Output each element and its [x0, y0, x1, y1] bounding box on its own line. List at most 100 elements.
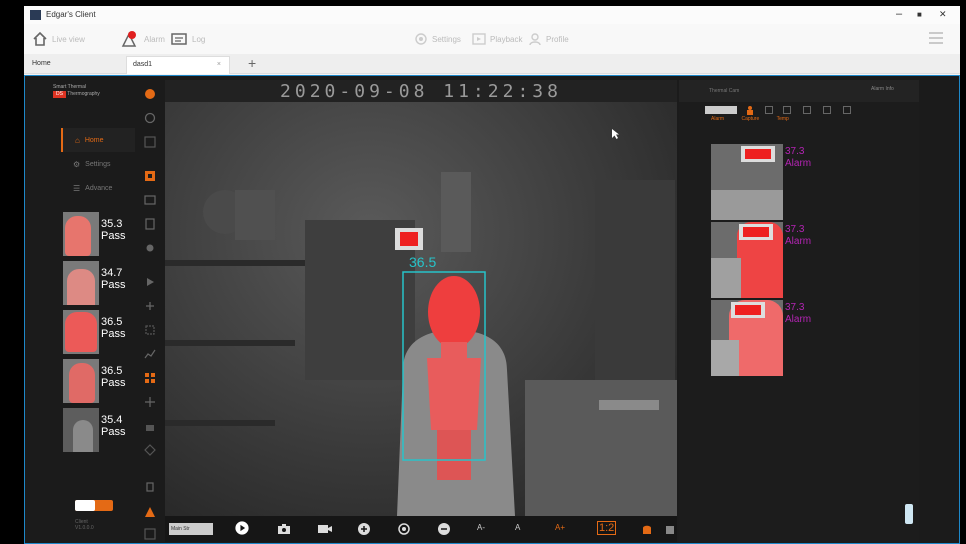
zoom-out-button[interactable] — [437, 522, 451, 536]
alarm-panel-header: Thermal Cam Alarm Info — [679, 80, 919, 102]
close-button[interactable]: ✕ — [939, 9, 947, 20]
alarm-item[interactable]: 37.3 Alarm — [711, 144, 891, 220]
log-button[interactable]: Log — [170, 29, 205, 49]
sliders-icon: ☰ — [73, 183, 81, 193]
font-large-button[interactable]: A+ — [555, 523, 565, 537]
power-icon[interactable] — [144, 88, 156, 100]
alarm-grid-icon[interactable] — [765, 106, 773, 114]
capture-thumbnail — [63, 408, 99, 452]
brand-block: Smart Thermal DS Thermography — [53, 84, 100, 98]
play-button[interactable] — [233, 521, 251, 535]
zoom-in-button[interactable] — [357, 522, 371, 536]
alarm-list-icon[interactable] — [783, 106, 791, 114]
capture-temp: 35.3 — [101, 218, 123, 230]
thermal-video[interactable]: 2020-09-08 11:22:38 36.5 — [165, 80, 677, 516]
alert-icon[interactable] — [144, 506, 156, 518]
grid-view-icon[interactable] — [144, 372, 156, 384]
alarm-person-icon[interactable] — [745, 105, 755, 115]
target-icon[interactable] — [144, 112, 156, 124]
alarm-tab[interactable]: Temp — [777, 116, 789, 122]
live-view-button[interactable]: Live view — [32, 29, 85, 49]
maximize-button[interactable]: ■ — [917, 10, 922, 19]
capture-item[interactable]: 35.3 Pass — [61, 210, 133, 259]
display-toggle[interactable] — [75, 500, 113, 511]
window-title: Edgar's Client — [46, 10, 96, 19]
tab-close-button[interactable]: × — [217, 61, 221, 68]
alarm-button[interactable]: Alarm — [120, 29, 165, 49]
nav-item-settings[interactable]: ⚙ Settings — [61, 152, 135, 176]
capture-item[interactable]: 36.5 Pass — [61, 308, 133, 357]
menu-button[interactable] — [928, 31, 944, 47]
lock-icon[interactable] — [144, 420, 156, 432]
capture-thumbnail — [63, 310, 99, 354]
capture-temp: 36.5 — [101, 316, 123, 328]
alarm-item[interactable]: 37.3 Alarm — [711, 222, 891, 298]
alarm-item[interactable]: 37.3 Alarm — [711, 300, 891, 376]
stream-label: Main Str — [171, 526, 190, 532]
home-icon: ⌂ — [75, 135, 80, 145]
alarm-light-button[interactable] — [641, 522, 653, 536]
nav-item-home[interactable]: ⌂ Home — [61, 128, 135, 152]
profile-button[interactable]: Profile — [528, 29, 569, 49]
alarm-status: Alarm — [785, 314, 812, 325]
capture-temp: 35.4 — [101, 414, 123, 426]
capture-temp: 34.7 — [101, 267, 123, 279]
record-video-button[interactable] — [317, 522, 333, 536]
alarm-delete-icon[interactable] — [843, 106, 851, 114]
trash-icon[interactable] — [144, 480, 156, 492]
log-icon — [171, 33, 187, 45]
crop-icon[interactable] — [144, 324, 156, 336]
font-small-button[interactable]: A- — [477, 523, 485, 537]
shield-icon[interactable] — [144, 444, 156, 456]
nav-label: Settings — [85, 160, 111, 168]
alarm-label: Alarm — [144, 34, 165, 44]
add-tab-button[interactable]: + — [248, 55, 256, 71]
alarm-filter-select[interactable] — [705, 106, 737, 114]
playback-label: Playback — [490, 34, 523, 44]
hamburger-menu-icon — [929, 32, 943, 44]
capture-thumbnail — [63, 261, 99, 305]
alarm-icon — [121, 31, 137, 47]
nav-item-advance[interactable]: ☰ Advance — [61, 176, 135, 200]
log-label: Log — [192, 34, 206, 44]
image-icon[interactable] — [144, 194, 156, 206]
home-icon — [33, 31, 47, 46]
main-toolbar: Live view Alarm Log Settings Playback Pr… — [24, 24, 960, 54]
grid-icon[interactable] — [144, 136, 156, 148]
alarm-tab[interactable]: Alarm — [711, 116, 724, 122]
crosshair-icon[interactable] — [144, 396, 156, 408]
settings-label: Settings — [432, 34, 461, 44]
alarm-export-icon[interactable] — [823, 106, 831, 114]
settings-button[interactable]: Settings — [414, 29, 461, 49]
plus-icon[interactable] — [144, 300, 156, 312]
play-icon[interactable] — [144, 276, 156, 288]
fullscreen-button[interactable] — [665, 523, 675, 537]
expand-icon[interactable] — [144, 528, 156, 540]
brand-line2: Thermography — [67, 91, 100, 97]
tab-device[interactable]: dasd1 × — [126, 56, 230, 74]
alarm-image-icon[interactable] — [803, 106, 811, 114]
settings-icon — [415, 33, 427, 45]
ptz-button[interactable] — [397, 522, 411, 536]
playback-button[interactable]: Playback — [472, 29, 522, 49]
minimize-button[interactable]: – — [896, 8, 902, 20]
app-logo-icon — [30, 10, 41, 20]
file-icon[interactable] — [144, 218, 156, 230]
stream-select[interactable]: Main Str — [169, 523, 213, 535]
capture-item[interactable]: 34.7 Pass — [61, 259, 133, 308]
settings-icon[interactable] — [144, 242, 156, 254]
aspect-ratio-button[interactable]: 1:2 — [597, 521, 617, 535]
alarm-status: Alarm — [785, 236, 812, 247]
camera-snapshot-button[interactable] — [277, 522, 291, 536]
layout-icon[interactable] — [144, 170, 156, 182]
chart-line-icon[interactable] — [144, 348, 156, 360]
tab-home[interactable]: Home — [26, 56, 122, 74]
device-view: Smart Thermal DS Thermography ⌂ Home ⚙ S… — [24, 75, 960, 544]
capture-item[interactable]: 35.4 Pass — [61, 406, 133, 455]
alarm-tab[interactable]: Capture — [741, 116, 759, 122]
capture-item[interactable]: 36.5 Pass — [61, 357, 133, 406]
scroll-handle[interactable] — [905, 504, 913, 524]
font-normal-button[interactable]: A — [515, 523, 520, 537]
timestamp-bar: 2020-09-08 11:22:38 — [165, 80, 677, 102]
profile-label: Profile — [546, 34, 569, 44]
